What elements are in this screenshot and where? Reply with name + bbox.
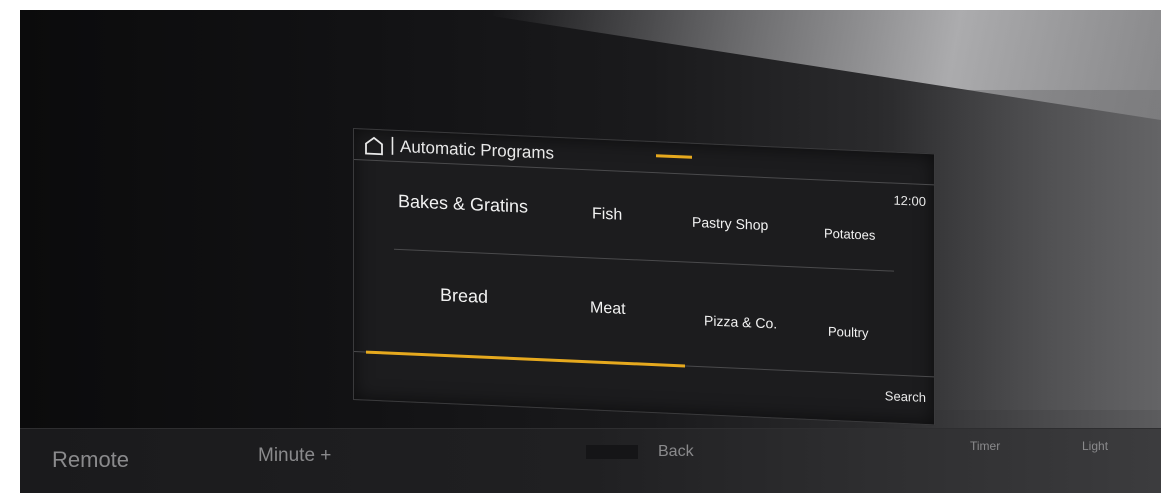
home-icon[interactable] bbox=[364, 135, 384, 156]
minute-plus-button[interactable]: Minute + bbox=[258, 445, 331, 467]
remote-button[interactable]: Remote bbox=[52, 447, 129, 473]
tile-bakes-gratins[interactable]: Bakes & Gratins bbox=[398, 191, 528, 218]
sensor-window bbox=[586, 445, 638, 459]
clock: 12:00 bbox=[893, 192, 926, 210]
page-title: Automatic Programs bbox=[400, 137, 554, 163]
page-indicator bbox=[656, 154, 692, 159]
oven-front: | Automatic Programs 12:00 Bakes & Grati… bbox=[0, 0, 1161, 493]
tile-fish[interactable]: Fish bbox=[592, 205, 622, 224]
tile-bread[interactable]: Bread bbox=[440, 285, 488, 308]
tile-potatoes[interactable]: Potatoes bbox=[824, 226, 875, 243]
tile-pastry-shop[interactable]: Pastry Shop bbox=[692, 214, 768, 233]
touch-display: | Automatic Programs 12:00 Bakes & Grati… bbox=[353, 128, 935, 426]
control-panel: | Automatic Programs 12:00 Bakes & Grati… bbox=[20, 10, 1161, 493]
header-divider bbox=[354, 159, 934, 186]
timer-button[interactable]: Timer bbox=[970, 439, 1000, 453]
back-button[interactable]: Back bbox=[658, 443, 694, 461]
tile-poultry[interactable]: Poultry bbox=[828, 324, 868, 341]
tile-meat[interactable]: Meat bbox=[590, 299, 626, 319]
scroll-indicator bbox=[366, 350, 685, 368]
search-button[interactable]: Search bbox=[885, 388, 926, 405]
breadcrumb-separator: | bbox=[390, 134, 395, 156]
light-button[interactable]: Light bbox=[1082, 439, 1108, 453]
tile-pizza-co[interactable]: Pizza & Co. bbox=[704, 312, 777, 331]
row-divider bbox=[394, 248, 894, 272]
control-strip: Remote Minute + Back Timer Light bbox=[20, 428, 1161, 493]
